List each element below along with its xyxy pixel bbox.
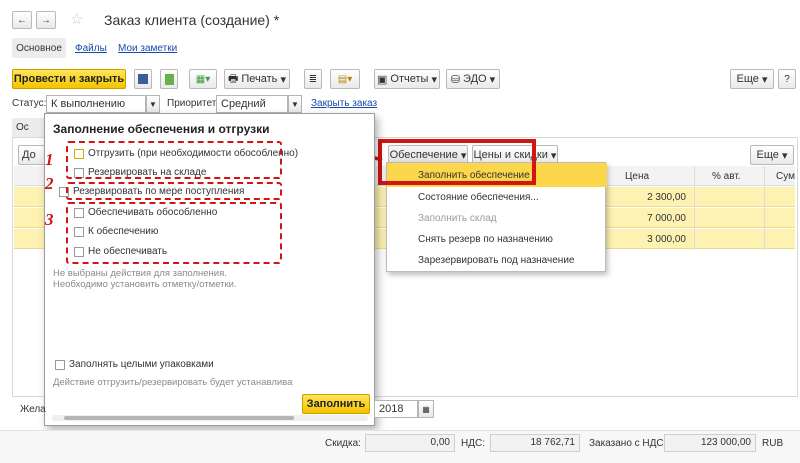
window-title: Заказ клиента (создание) *	[104, 12, 280, 28]
dialog-note: Действие отгрузить/резервировать будет у…	[53, 377, 293, 388]
menu-item-reserve-by-purpose[interactable]: Зарезервировать под назначение	[387, 248, 607, 272]
annotation-number-3: 3	[45, 210, 54, 229]
post-button[interactable]	[160, 69, 178, 89]
column-divider	[694, 166, 695, 250]
column-price[interactable]: Цена	[625, 171, 649, 182]
annotation-group-1	[66, 141, 282, 179]
reports-button[interactable]: ▣ Отчеты ▾	[374, 69, 440, 89]
create-based-on-button[interactable]: ▦▾	[189, 69, 217, 89]
help-icon: ?	[784, 73, 790, 85]
hint-no-actions: Не выбраны действия для заполнения.	[53, 268, 227, 279]
edo-icon: ⛁	[450, 73, 461, 86]
tab-my-notes[interactable]: Мои заметки	[118, 43, 177, 54]
star-icon[interactable]: ☆	[70, 10, 83, 28]
post-document-icon	[164, 73, 174, 85]
discount-value: 0,00	[365, 434, 455, 452]
calendar-icon: ▦	[422, 404, 430, 414]
status-label: Статус:	[12, 98, 47, 109]
ordered-vat-value: 123 000,00	[664, 434, 756, 452]
tab-main[interactable]: Основное	[12, 38, 66, 58]
priority-label: Приоритет:	[167, 98, 220, 109]
attach-icon: ▤▾	[337, 73, 353, 85]
vat-label: НДС:	[461, 438, 485, 449]
tab-files[interactable]: Файлы	[75, 43, 107, 54]
structure-button[interactable]: ≣	[304, 69, 322, 89]
vat-value: 18 762,71	[490, 434, 580, 452]
edo-button[interactable]: ⛁ ЭДО ▾	[446, 69, 500, 89]
list-icon: ≣	[308, 73, 318, 85]
checkbox-whole-packages-label: Заполнять целыми упаковками	[69, 359, 214, 370]
forward-button[interactable]: →	[36, 11, 56, 29]
ordered-vat-label: Заказано с НДС:	[589, 438, 667, 449]
floppy-icon	[138, 74, 148, 84]
column-auto-percent[interactable]: % авт.	[712, 171, 741, 182]
annotation-group-3	[66, 202, 282, 264]
chevron-down-icon: ▼	[149, 99, 157, 109]
desired-date-label: Жела	[20, 404, 46, 415]
dialog-fill-button[interactable]: Заполнить	[302, 394, 370, 414]
column-divider	[764, 166, 765, 250]
status-field[interactable]: К выполнению	[46, 95, 146, 113]
calendar-button[interactable]: ▦	[418, 400, 434, 418]
help-button[interactable]: ?	[778, 69, 796, 89]
status-dropdown[interactable]: ▼	[146, 95, 160, 113]
currency: RUB	[762, 438, 784, 449]
horizontal-scrollbar[interactable]	[52, 415, 368, 421]
reports-icon: ▣	[376, 73, 388, 86]
save-button[interactable]	[134, 69, 152, 89]
column-sum[interactable]: Сум	[776, 171, 795, 182]
priority-dropdown[interactable]: ▼	[288, 95, 302, 113]
annotation-group-2	[66, 182, 282, 200]
post-and-close-button[interactable]: Провести и закрыть	[12, 69, 126, 89]
dialog-title: Заполнение обеспечения и отгрузки	[53, 122, 270, 136]
date-field[interactable]: 2018	[374, 400, 418, 418]
chevron-down-icon: ▼	[291, 99, 299, 109]
annotation-number-1: 1	[45, 150, 54, 169]
scrollbar-thumb[interactable]	[64, 416, 294, 420]
back-button[interactable]: ←	[12, 11, 32, 29]
arrow-left-icon: ←	[17, 14, 27, 26]
priority-field[interactable]: Средний	[216, 95, 288, 113]
checkbox-whole-packages[interactable]	[55, 360, 65, 370]
hint-set-marks: Необходимо установить отметку/отметки.	[53, 279, 237, 290]
create-based-icon: ▦▾	[195, 73, 211, 85]
printer-icon: 🖶	[227, 72, 239, 85]
annotation-number-2: 2	[45, 174, 54, 193]
tab-main-partial[interactable]: Ос	[12, 118, 44, 138]
products-more-button[interactable]: Еще ▾	[750, 145, 794, 165]
print-button[interactable]: 🖶 Печать ▾	[224, 69, 290, 89]
attachments-button[interactable]: ▤▾	[330, 69, 360, 89]
discount-label: Скидка:	[325, 438, 361, 449]
arrow-right-icon: →	[41, 14, 51, 26]
more-button[interactable]: Еще ▾	[730, 69, 774, 89]
annotation-highlight-box	[378, 139, 536, 185]
close-order-link[interactable]: Закрыть заказ	[311, 98, 377, 109]
